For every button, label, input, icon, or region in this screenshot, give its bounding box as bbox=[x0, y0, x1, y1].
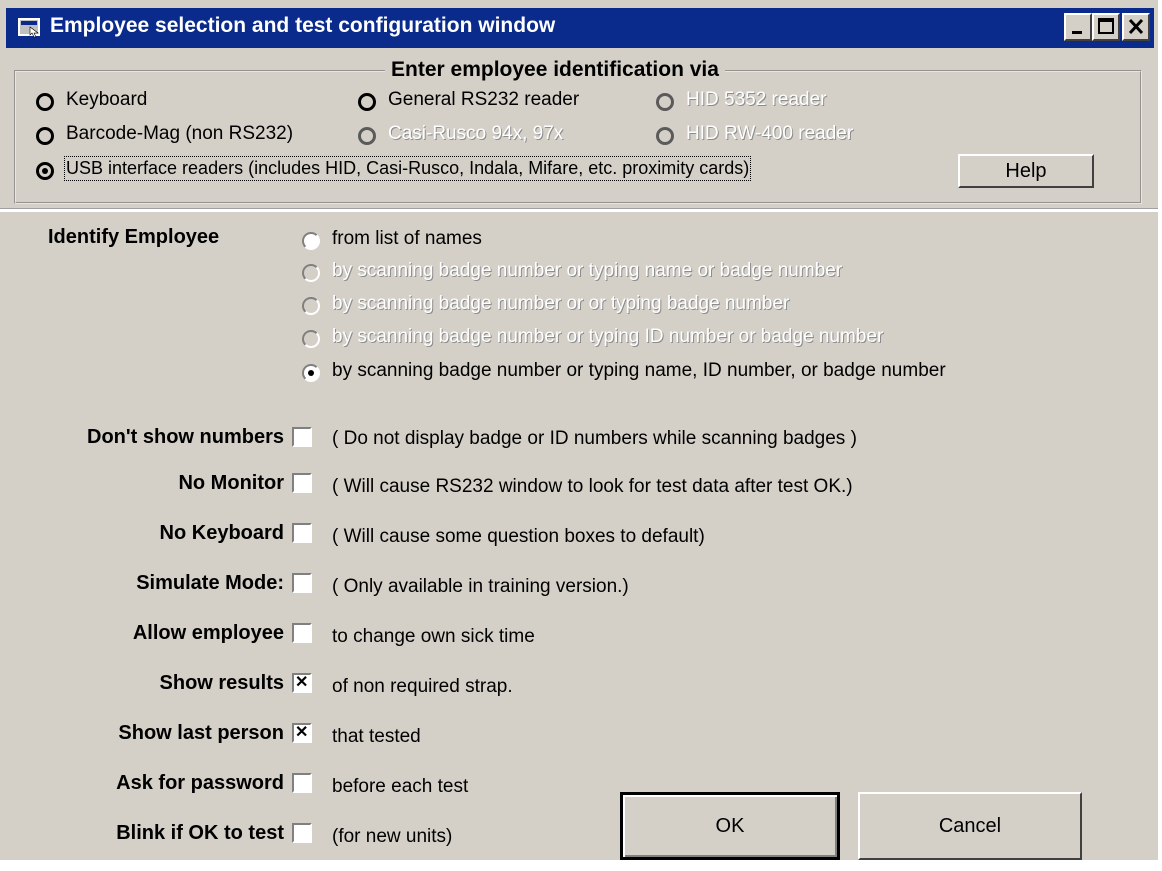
no-keyboard-checkbox[interactable] bbox=[292, 523, 312, 543]
radio-scan-name-id-or-badge[interactable] bbox=[302, 364, 320, 382]
no-monitor-label: No Monitor bbox=[178, 472, 284, 494]
id-source-legend: Enter employee identification via bbox=[385, 58, 725, 82]
no-keyboard-note: ( Will cause some question boxes to defa… bbox=[332, 526, 705, 547]
allow-employee-label: Allow employee bbox=[132, 622, 284, 644]
radio-usb-readers-label[interactable]: USB interface readers (includes HID, Cas… bbox=[63, 156, 752, 181]
radio-from-list-of-names-label[interactable]: from list of names bbox=[332, 228, 482, 250]
radio-scan-name-id-or-badge-label[interactable]: by scanning badge number or typing name,… bbox=[332, 360, 946, 382]
allow-employee-note: to change own sick time bbox=[332, 626, 535, 647]
minimize-button[interactable] bbox=[1064, 13, 1092, 41]
allow-employee-checkbox[interactable] bbox=[292, 623, 312, 643]
dont-show-numbers-checkbox[interactable] bbox=[292, 427, 312, 447]
radio-scan-badge-only bbox=[302, 297, 320, 315]
radio-casi-rusco-label: Casi-Rusco 94x, 97x bbox=[388, 123, 564, 144]
radio-general-rs232[interactable] bbox=[358, 93, 376, 111]
app-window-icon bbox=[18, 18, 42, 38]
radio-barcode-mag[interactable] bbox=[36, 127, 54, 145]
radio-scan-name-or-badge bbox=[302, 264, 320, 282]
maximize-button[interactable] bbox=[1092, 13, 1120, 41]
blink-if-ok-label: Blink if OK to test bbox=[116, 822, 284, 844]
show-results-label: Show results bbox=[159, 672, 284, 694]
radio-from-list-of-names[interactable] bbox=[302, 232, 320, 250]
close-button[interactable] bbox=[1122, 13, 1150, 41]
radio-barcode-mag-label[interactable]: Barcode-Mag (non RS232) bbox=[66, 123, 293, 145]
identify-employee-heading: Identify Employee bbox=[48, 226, 220, 248]
show-last-person-checkbox[interactable] bbox=[292, 722, 312, 743]
maximize-icon bbox=[1098, 18, 1114, 34]
radio-hid-rw400 bbox=[656, 127, 674, 145]
no-monitor-note: ( Will cause RS232 window to look for te… bbox=[332, 476, 853, 497]
dont-show-numbers-label: Don't show numbers bbox=[87, 426, 284, 448]
no-monitor-checkbox[interactable] bbox=[292, 473, 312, 493]
radio-hid-5352 bbox=[656, 93, 674, 111]
ask-for-password-note: before each test bbox=[332, 776, 469, 797]
help-button[interactable]: Help bbox=[958, 154, 1094, 188]
show-last-person-label: Show last person bbox=[118, 722, 284, 744]
blink-if-ok-checkbox[interactable] bbox=[292, 823, 312, 843]
simulate-mode-checkbox[interactable] bbox=[292, 573, 312, 593]
blink-if-ok-note: (for new units) bbox=[332, 826, 453, 847]
show-last-person-note: that tested bbox=[332, 726, 421, 747]
close-icon bbox=[1128, 18, 1144, 35]
dialog-window: Employee selection and test configuratio… bbox=[0, 0, 1158, 860]
show-results-checkbox[interactable] bbox=[292, 672, 312, 693]
window-title: Employee selection and test configuratio… bbox=[50, 14, 556, 37]
radio-casi-rusco bbox=[358, 127, 376, 145]
simulate-mode-note: ( Only available in training version.) bbox=[332, 576, 629, 597]
minimize-icon bbox=[1072, 31, 1082, 34]
radio-general-rs232-label[interactable]: General RS232 reader bbox=[388, 89, 579, 111]
radio-usb-readers[interactable] bbox=[36, 162, 54, 180]
radio-scan-id-or-badge bbox=[302, 330, 320, 348]
radio-scan-badge-only-label: by scanning badge number or or typing ba… bbox=[332, 293, 790, 314]
no-keyboard-label: No Keyboard bbox=[159, 522, 284, 544]
radio-keyboard-label[interactable]: Keyboard bbox=[66, 89, 147, 111]
simulate-mode-label: Simulate Mode: bbox=[136, 572, 284, 594]
section-divider bbox=[0, 208, 1158, 212]
ok-button[interactable]: OK bbox=[620, 792, 840, 860]
radio-hid-5352-label: HID 5352 reader bbox=[686, 89, 827, 110]
radio-scan-id-or-badge-label: by scanning badge number or typing ID nu… bbox=[332, 326, 884, 347]
title-bar[interactable]: Employee selection and test configuratio… bbox=[6, 8, 1154, 48]
show-results-note: of non required strap. bbox=[332, 676, 513, 697]
ask-for-password-checkbox[interactable] bbox=[292, 773, 312, 793]
dont-show-numbers-note: ( Do not display badge or ID numbers whi… bbox=[332, 428, 857, 449]
ask-for-password-label: Ask for password bbox=[116, 772, 284, 794]
radio-hid-rw400-label: HID RW-400 reader bbox=[686, 123, 854, 144]
radio-scan-name-or-badge-label: by scanning badge number or typing name … bbox=[332, 260, 843, 281]
cancel-button[interactable]: Cancel bbox=[858, 792, 1082, 860]
radio-keyboard[interactable] bbox=[36, 93, 54, 111]
